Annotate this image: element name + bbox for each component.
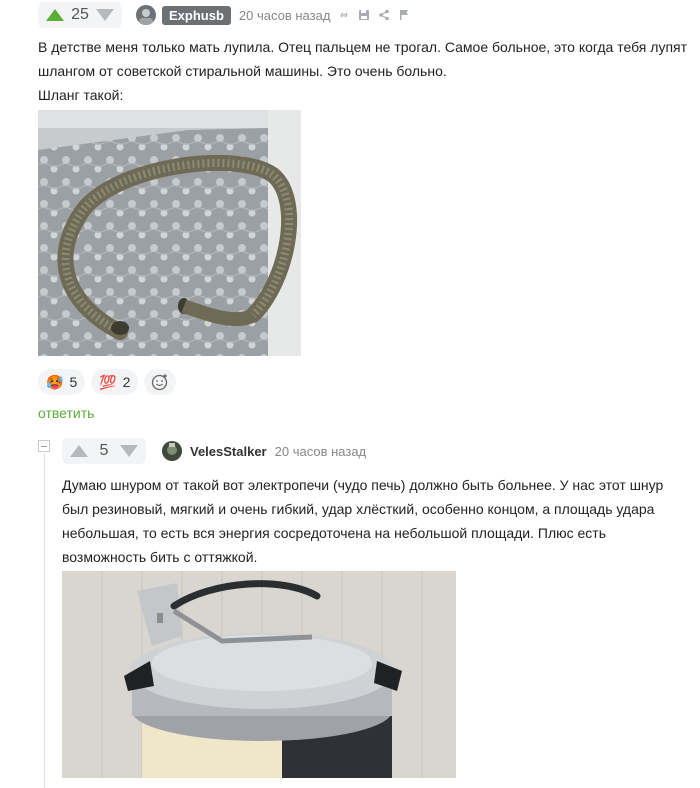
comment-2-line-1: Думаю шнуром от такой вот электропечи (ч… (62, 477, 664, 493)
smiley-icon (152, 374, 168, 391)
reaction-100[interactable]: 💯 2 (91, 369, 139, 395)
reply-button[interactable]: ответить (38, 405, 94, 421)
reaction-emoji: 💯 (99, 373, 117, 390)
vote-count: 5 (99, 442, 109, 459)
reaction-hot[interactable]: 🥵 5 (38, 369, 86, 395)
timestamp[interactable]: 20 часов назад (275, 444, 367, 459)
comment-2-vote-box: 5 (62, 438, 146, 464)
thread-line[interactable] (44, 453, 45, 788)
vote-count: 25 (71, 6, 89, 23)
comment-2-header: 5 VelesStalker 20 часов назад (62, 438, 367, 464)
comment-1-line-3: Шланг такой: (38, 87, 124, 103)
comment-1-image[interactable] (38, 110, 301, 356)
comment-1-line-2: шлангом от советской стиральной машины. … (38, 63, 447, 79)
flag-icon[interactable] (398, 9, 410, 21)
downvote-icon[interactable] (96, 9, 114, 21)
link-icon[interactable] (338, 9, 350, 21)
downvote-icon[interactable] (120, 445, 138, 457)
timestamp[interactable]: 20 часов назад (239, 8, 331, 23)
comment-2-line-2: был резиновый, мягкий и очень гибкий, уд… (62, 501, 655, 517)
share-icon[interactable] (378, 9, 390, 21)
avatar[interactable] (136, 5, 156, 25)
author-name[interactable]: Exphusb (162, 5, 231, 25)
comment-2-line-3: небольшая, то есть вся энергия сосредото… (62, 525, 607, 541)
save-icon[interactable] (358, 9, 370, 21)
reaction-count: 2 (122, 374, 131, 390)
avatar[interactable] (162, 441, 182, 461)
comment-1-line-1: В детстве меня только мать лупила. Отец … (38, 39, 688, 55)
reaction-emoji: 🥵 (46, 373, 64, 390)
reactions-bar: 🥵 5 💯 2 (38, 369, 177, 395)
upvote-icon[interactable] (70, 445, 88, 457)
add-reaction-button[interactable] (144, 369, 177, 395)
author-name[interactable]: VelesStalker (190, 444, 267, 459)
comment-2-text: Думаю шнуром от такой вот электропечи (ч… (62, 473, 692, 569)
reaction-count: 5 (69, 374, 78, 390)
comment-1-vote-box: 25 (38, 2, 122, 28)
comment-2-image[interactable] (62, 571, 456, 778)
comment-1-header: 25 Exphusb 20 часов назад (38, 2, 410, 28)
upvote-icon[interactable] (46, 9, 64, 21)
comment-2-line-4: возможность бить с оттяжкой. (62, 549, 258, 565)
comment-1-text: В детстве меня только мать лупила. Отец … (38, 35, 688, 107)
collapse-thread-button[interactable] (38, 440, 50, 452)
